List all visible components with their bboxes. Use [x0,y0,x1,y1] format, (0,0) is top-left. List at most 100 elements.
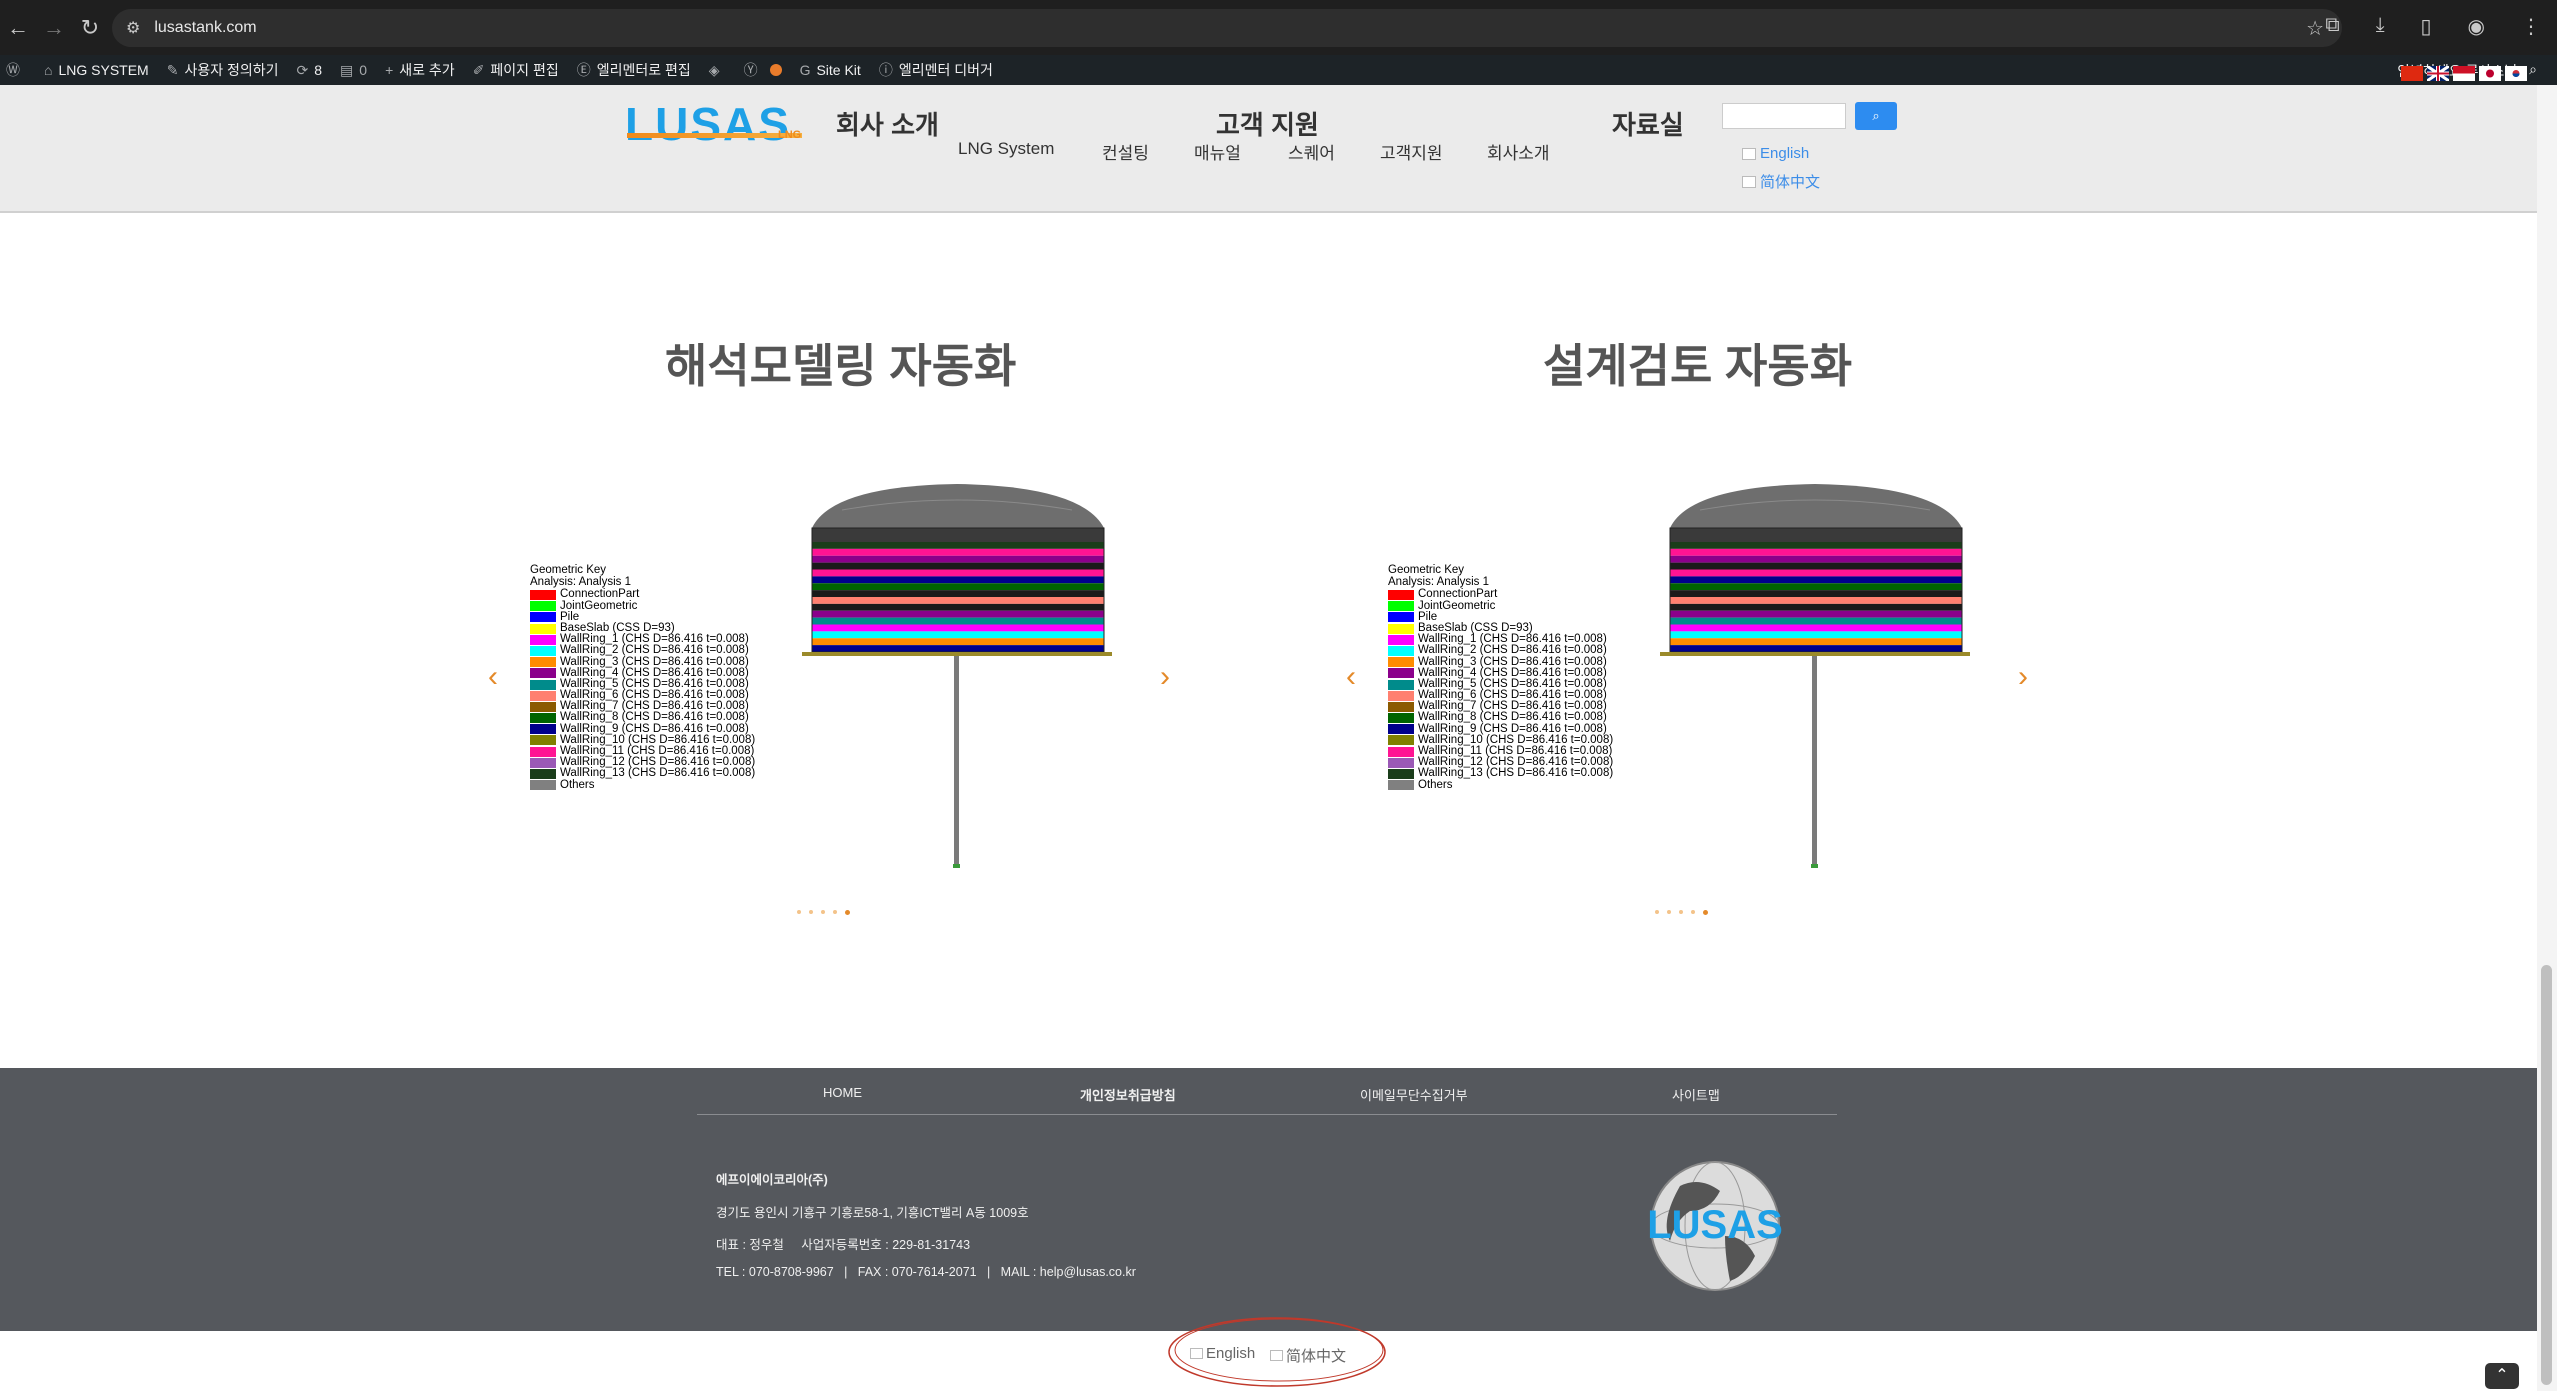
site-header: LUSAS LNG 회사 소개 고객 지원 자료실 LNG System 컨설팅… [0,85,2537,213]
legend-swatch [1388,634,1414,645]
carousel-modeling: Geometric Key Analysis: Analysis 1 Connect… [488,470,1250,915]
tank-wall-band [812,569,1104,577]
nav-company[interactable]: 회사 소개 [836,105,939,142]
tank-wall-band [1670,562,1962,570]
download-icon[interactable]: ⤓ [2376,14,2385,39]
search-input[interactable] [1722,103,1846,129]
legend-item: ConnectionPart [530,589,755,600]
tank-wall-band [1670,645,1962,652]
admin-site-kit[interactable]: G Site Kit [800,62,861,78]
legend-swatch [1388,645,1414,656]
legend-swatch [1388,612,1414,623]
site-info-icon[interactable]: ⚙ [126,18,140,38]
nav-consulting[interactable]: 컨설팅 [1102,139,1149,164]
yoast-icon[interactable]: Ⓨ [744,60,782,80]
search-button[interactable]: ⌕ [1855,102,1897,130]
profile-avatar[interactable]: ◉ [2468,14,2485,39]
chevron-up-icon: ⌃ [2495,1367,2509,1384]
carousel-dot[interactable] [1667,910,1671,914]
search-icon: ⌕ [1872,108,1880,123]
admin-comments[interactable]: ▤ 0 [340,62,367,79]
nav-lng-system[interactable]: LNG System [958,139,1054,159]
back-arrow-icon[interactable]: ← [0,15,36,41]
extensions-icon[interactable]: ⧉ [2325,14,2339,39]
reload-icon[interactable]: ↻ [72,15,108,41]
wp-admin-bar: Ⓦ ⌂ LNG SYSTEM ✎ 사용자 정의하기 ⟳ 8 ▤ 0 + 새로 추가 ✐ 페이… [0,55,2557,85]
admin-elementor-debugger[interactable]: ⓘ 엘리멘터 디버거 [879,60,993,80]
search-icon[interactable]: ⌕ [2529,61,2537,81]
carousel-dot[interactable] [833,910,837,914]
legend-swatch [530,645,556,656]
carousel-pagination [797,910,850,915]
carousel-prev-arrow[interactable]: ‹ [1346,660,1356,694]
footer-link-email-policy[interactable]: 이메일무단수집거부 [1360,1085,1468,1104]
bookmark-star-icon[interactable]: ☆ [2306,16,2324,41]
admin-elementor-edit[interactable]: Ⓔ 엘리멘터로 편집 [577,60,691,80]
footer-link-home[interactable]: HOME [823,1085,862,1100]
nav-manual[interactable]: 매뉴얼 [1194,139,1241,164]
nav-about[interactable]: 회사소개 [1487,139,1550,164]
lang-english-link[interactable]: English [1742,145,1809,162]
lang-checkbox [1742,175,1756,188]
carousel-next-arrow[interactable]: › [2018,660,2028,694]
geometric-key-legend: Geometric Key Analysis: Analysis 1 Connect… [530,564,755,791]
footer-logo-text: LUSAS [1647,1203,1783,1247]
carousel-prev-arrow[interactable]: ‹ [488,660,498,694]
legend-swatch [530,623,556,634]
wordpress-logo-icon[interactable]: Ⓦ [6,60,26,80]
footer-link-sitemap[interactable]: 사이트맵 [1672,1085,1720,1104]
section-title-modeling: 해석모델링 자동화 [665,340,1017,392]
flag-uk-icon[interactable] [2427,66,2449,81]
scrollbar-thumb[interactable] [2541,965,2552,1385]
legend-swatch [1388,623,1414,634]
carousel-dot[interactable] [1691,910,1695,914]
lang-chinese-link[interactable]: 简体中文 [1742,171,1820,192]
legend-swatch [1388,679,1414,690]
side-panel-icon[interactable]: ▯ [2421,14,2432,39]
scroll-to-top-button[interactable]: ⌃ [2485,1363,2519,1389]
legend-swatch [1388,590,1414,600]
admin-edit-page[interactable]: ✐ 페이지 편집 [473,60,559,80]
nav-square[interactable]: 스퀘어 [1288,139,1335,164]
legend-swatch [1388,769,1414,779]
carousel-next-arrow[interactable]: › [1160,660,1170,694]
legend-label: ConnectionPart [560,588,640,601]
legend-item: ConnectionPart [1388,589,1613,600]
nav-customer-support[interactable]: 고객지원 [1380,139,1443,164]
flag-korea-icon[interactable] [2505,66,2527,81]
flag-china-icon[interactable] [2401,66,2423,81]
carousel-dot[interactable] [809,910,813,914]
legend-swatch [530,690,556,701]
admin-new-content[interactable]: + 새로 추가 [385,60,455,80]
legend-item: Others [530,779,755,791]
admin-site-name[interactable]: ⌂ LNG SYSTEM [44,62,149,78]
admin-updates[interactable]: ⟳ 8 [297,62,323,79]
carousel-dot-active[interactable] [845,910,850,915]
site-logo[interactable]: LUSAS [625,97,791,151]
footer-link-privacy[interactable]: 개인정보취급방침 [1080,1085,1176,1104]
carousel-dot[interactable] [821,910,825,914]
carousel-dot[interactable] [1679,910,1683,914]
diamond-icon[interactable]: ◈ [709,62,726,79]
carousel-dot-active[interactable] [1703,910,1708,915]
admin-customize[interactable]: ✎ 사용자 정의하기 [167,60,279,80]
tank-wall-band [1670,603,1962,611]
menu-icon[interactable]: ⋮ [2521,14,2541,39]
flag-japan-icon[interactable] [2479,66,2501,81]
forward-arrow-icon[interactable]: → [36,15,72,41]
nav-support[interactable]: 고객 지원 [1216,105,1319,142]
legend-swatch [530,612,556,623]
tank-wall-band [812,624,1104,632]
address-bar[interactable]: ⚙ lusastank.com ☆ [112,9,2342,47]
flag-indonesia-icon[interactable] [2453,66,2475,81]
legend-label: WallRing_13 (CHS D=86.416 t=0.008) [1418,767,1614,780]
carousel-dot[interactable] [1655,910,1659,914]
carousel-dot[interactable] [797,910,801,914]
tank-wall-band [812,590,1104,597]
page-scrollbar[interactable] [2537,85,2557,1391]
tank-pile-tip [1811,864,1818,868]
tank-wall-band [812,542,1104,549]
logo-underline [627,133,802,138]
legend-item: Others [1388,779,1613,791]
nav-library[interactable]: 자료실 [1612,105,1684,142]
